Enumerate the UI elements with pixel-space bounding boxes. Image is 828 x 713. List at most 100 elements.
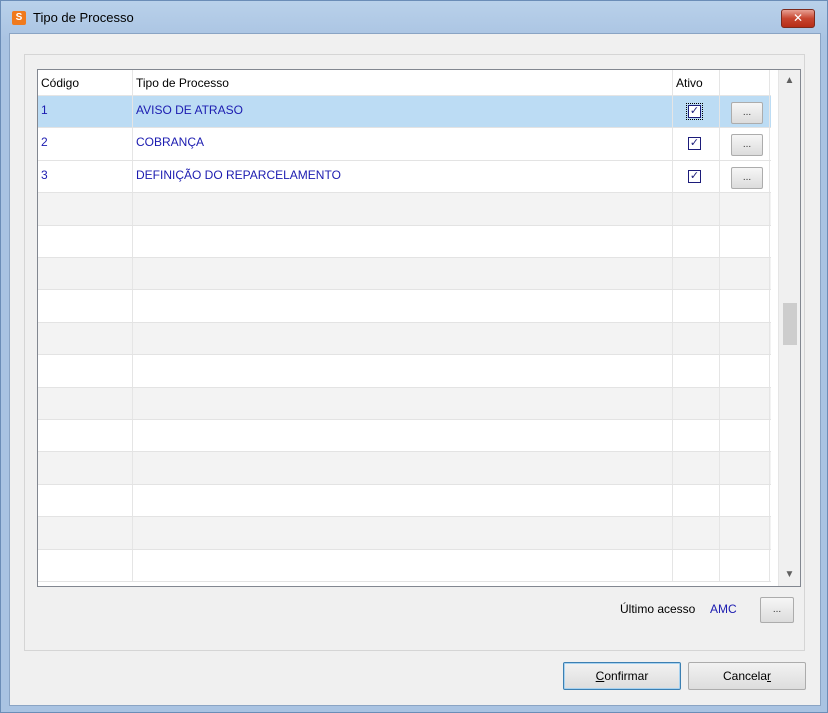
empty-row[interactable]: [38, 452, 771, 485]
ativo-checkbox[interactable]: ✓: [686, 103, 703, 120]
scroll-up-icon[interactable]: ▲: [779, 72, 800, 90]
cell-tipo-processo: COBRANÇA: [133, 128, 673, 160]
header-actions: [720, 70, 770, 96]
empty-cell: [38, 484, 133, 517]
ativo-checkbox[interactable]: ✓: [688, 137, 701, 151]
close-button[interactable]: ✕: [781, 9, 815, 28]
empty-cell: [673, 258, 720, 290]
window-title: Tipo de Processo: [33, 10, 134, 25]
header-codigo[interactable]: Código: [38, 70, 133, 96]
empty-cell: [720, 387, 770, 419]
cancel-button[interactable]: Cancelar: [688, 662, 806, 690]
empty-cell: [673, 322, 720, 355]
row-details-button[interactable]: ...: [731, 166, 763, 189]
empty-cell: [673, 387, 720, 419]
empty-cell: [38, 420, 133, 452]
empty-cell: [673, 193, 720, 225]
empty-cell: [720, 322, 770, 355]
empty-cell: [38, 290, 133, 322]
cell-codigo: 1: [38, 96, 133, 128]
ativo-checkbox[interactable]: ✓: [688, 169, 701, 183]
empty-cell: [720, 517, 770, 549]
empty-cell: [720, 225, 770, 257]
empty-cell: [720, 258, 770, 290]
empty-cell: [38, 387, 133, 419]
empty-row[interactable]: [38, 290, 771, 323]
cancel-label-main: Cancela: [722, 669, 768, 683]
empty-row[interactable]: [38, 193, 771, 226]
empty-cell: [133, 420, 673, 452]
empty-cell: [133, 290, 673, 322]
empty-row[interactable]: [38, 549, 771, 582]
empty-cell: [673, 355, 720, 387]
empty-cell: [133, 322, 673, 355]
process-type-grid[interactable]: Código Tipo de Processo Ativo 1 AVISO DE …: [37, 69, 801, 587]
empty-cell: [133, 225, 673, 257]
empty-cell: [720, 420, 770, 452]
dialog-window: S Tipo de Processo ✕ Código Tipo de Proc…: [0, 0, 828, 713]
empty-cell: [720, 484, 770, 517]
empty-cell: [38, 452, 133, 484]
empty-row[interactable]: [38, 322, 771, 356]
cell-codigo: 2: [38, 128, 133, 160]
scroll-down-icon[interactable]: ▼: [779, 566, 800, 584]
empty-cell: [673, 517, 720, 549]
empty-cell: [720, 355, 770, 387]
empty-cell: [38, 193, 133, 225]
header-tipo-processo[interactable]: Tipo de Processo: [133, 70, 673, 96]
header-ativo[interactable]: Ativo: [673, 70, 720, 96]
empty-cell: [38, 258, 133, 290]
empty-cell: [720, 193, 770, 225]
titlebar[interactable]: S Tipo de Processo ✕: [1, 1, 827, 33]
empty-row[interactable]: [38, 517, 771, 550]
empty-row[interactable]: [38, 258, 771, 291]
confirm-label-rest: onfirmar: [604, 669, 649, 683]
row-details-button[interactable]: ...: [731, 134, 763, 157]
last-access-label: Último acesso: [620, 602, 696, 616]
cell-ativo: ✓: [673, 96, 720, 128]
empty-cell: [133, 549, 673, 581]
empty-cell: [673, 225, 720, 257]
empty-row[interactable]: [38, 225, 771, 258]
table-row[interactable]: 1 AVISO DE ATRASO ✓...: [38, 96, 771, 129]
dialog-client-area: Código Tipo de Processo Ativo 1 AVISO DE …: [9, 33, 821, 706]
empty-cell: [720, 549, 770, 581]
cell-codigo: 3: [38, 160, 133, 193]
empty-cell: [673, 420, 720, 452]
grid-header: Código Tipo de Processo Ativo: [38, 70, 771, 96]
empty-cell: [38, 225, 133, 257]
cell-actions: ...: [720, 128, 770, 160]
confirm-button[interactable]: Confirmar: [563, 662, 681, 690]
app-logo-icon: S: [12, 11, 26, 25]
empty-cell: [133, 484, 673, 517]
vertical-scrollbar[interactable]: ▲ ▼: [778, 70, 800, 586]
empty-cell: [38, 355, 133, 387]
cell-ativo: ✓: [673, 160, 720, 193]
empty-cell: [133, 258, 673, 290]
empty-cell: [673, 452, 720, 484]
table-row[interactable]: 2 COBRANÇA ✓...: [38, 128, 771, 161]
empty-cell: [673, 484, 720, 517]
scroll-thumb[interactable]: [783, 303, 797, 345]
empty-cell: [133, 387, 673, 419]
last-access-button[interactable]: ...: [760, 597, 794, 623]
cell-tipo-processo: AVISO DE ATRASO: [133, 96, 673, 128]
empty-row[interactable]: [38, 355, 771, 388]
row-details-button[interactable]: ...: [731, 102, 763, 124]
cell-actions: ...: [720, 96, 770, 128]
last-access-value: AMC: [710, 602, 737, 616]
empty-cell: [673, 549, 720, 581]
empty-cell: [38, 322, 133, 355]
empty-cell: [38, 517, 133, 549]
empty-cell: [133, 517, 673, 549]
cell-actions: ...: [720, 160, 770, 193]
empty-cell: [720, 290, 770, 322]
table-row[interactable]: 3 DEFINIÇÃO DO REPARCELAMENTO ✓...: [38, 160, 771, 194]
cancel-mnemonic: r: [767, 669, 772, 683]
empty-row[interactable]: [38, 484, 771, 518]
empty-row[interactable]: [38, 387, 771, 420]
empty-cell: [673, 290, 720, 322]
empty-cell: [133, 193, 673, 225]
empty-row[interactable]: [38, 420, 771, 453]
empty-cell: [720, 452, 770, 484]
